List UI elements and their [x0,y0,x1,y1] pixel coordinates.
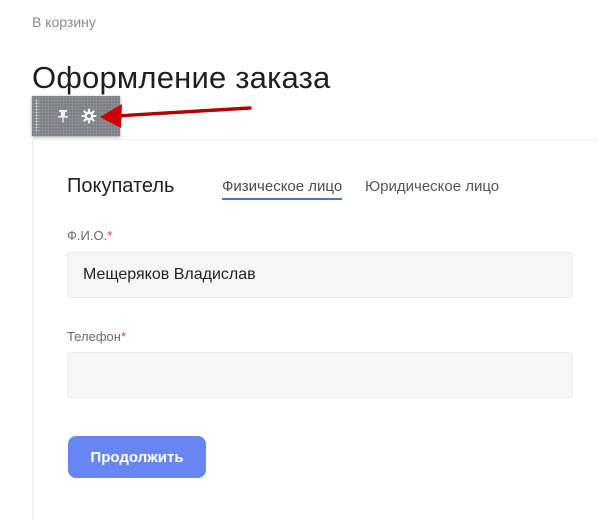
phone-label-text: Телефон [67,329,121,344]
phone-field[interactable] [67,352,573,398]
checkout-card: Покупатель Физическое лицо Юридическое л… [32,139,598,520]
name-required-mark: * [107,228,113,243]
back-to-cart-link[interactable]: В корзину [32,14,96,30]
tab-individual[interactable]: Физическое лицо [222,178,343,200]
pin-icon[interactable] [54,107,72,125]
continue-button[interactable]: Продолжить [68,436,206,478]
buyer-section-title: Покупатель [67,175,175,197]
phone-label: Телефон* [67,329,126,344]
page-title: Оформление заказа [32,60,331,95]
tab-legal-entity[interactable]: Юридическое лицо [365,178,499,198]
full-name-field[interactable] [67,252,573,298]
phone-required-mark: * [120,329,126,344]
drag-handle-icon[interactable] [35,99,39,133]
name-label: Ф.И.О.* [67,228,112,243]
gear-icon[interactable] [80,107,98,125]
name-label-text: Ф.И.О. [67,228,108,243]
edit-toolbar [32,96,120,136]
